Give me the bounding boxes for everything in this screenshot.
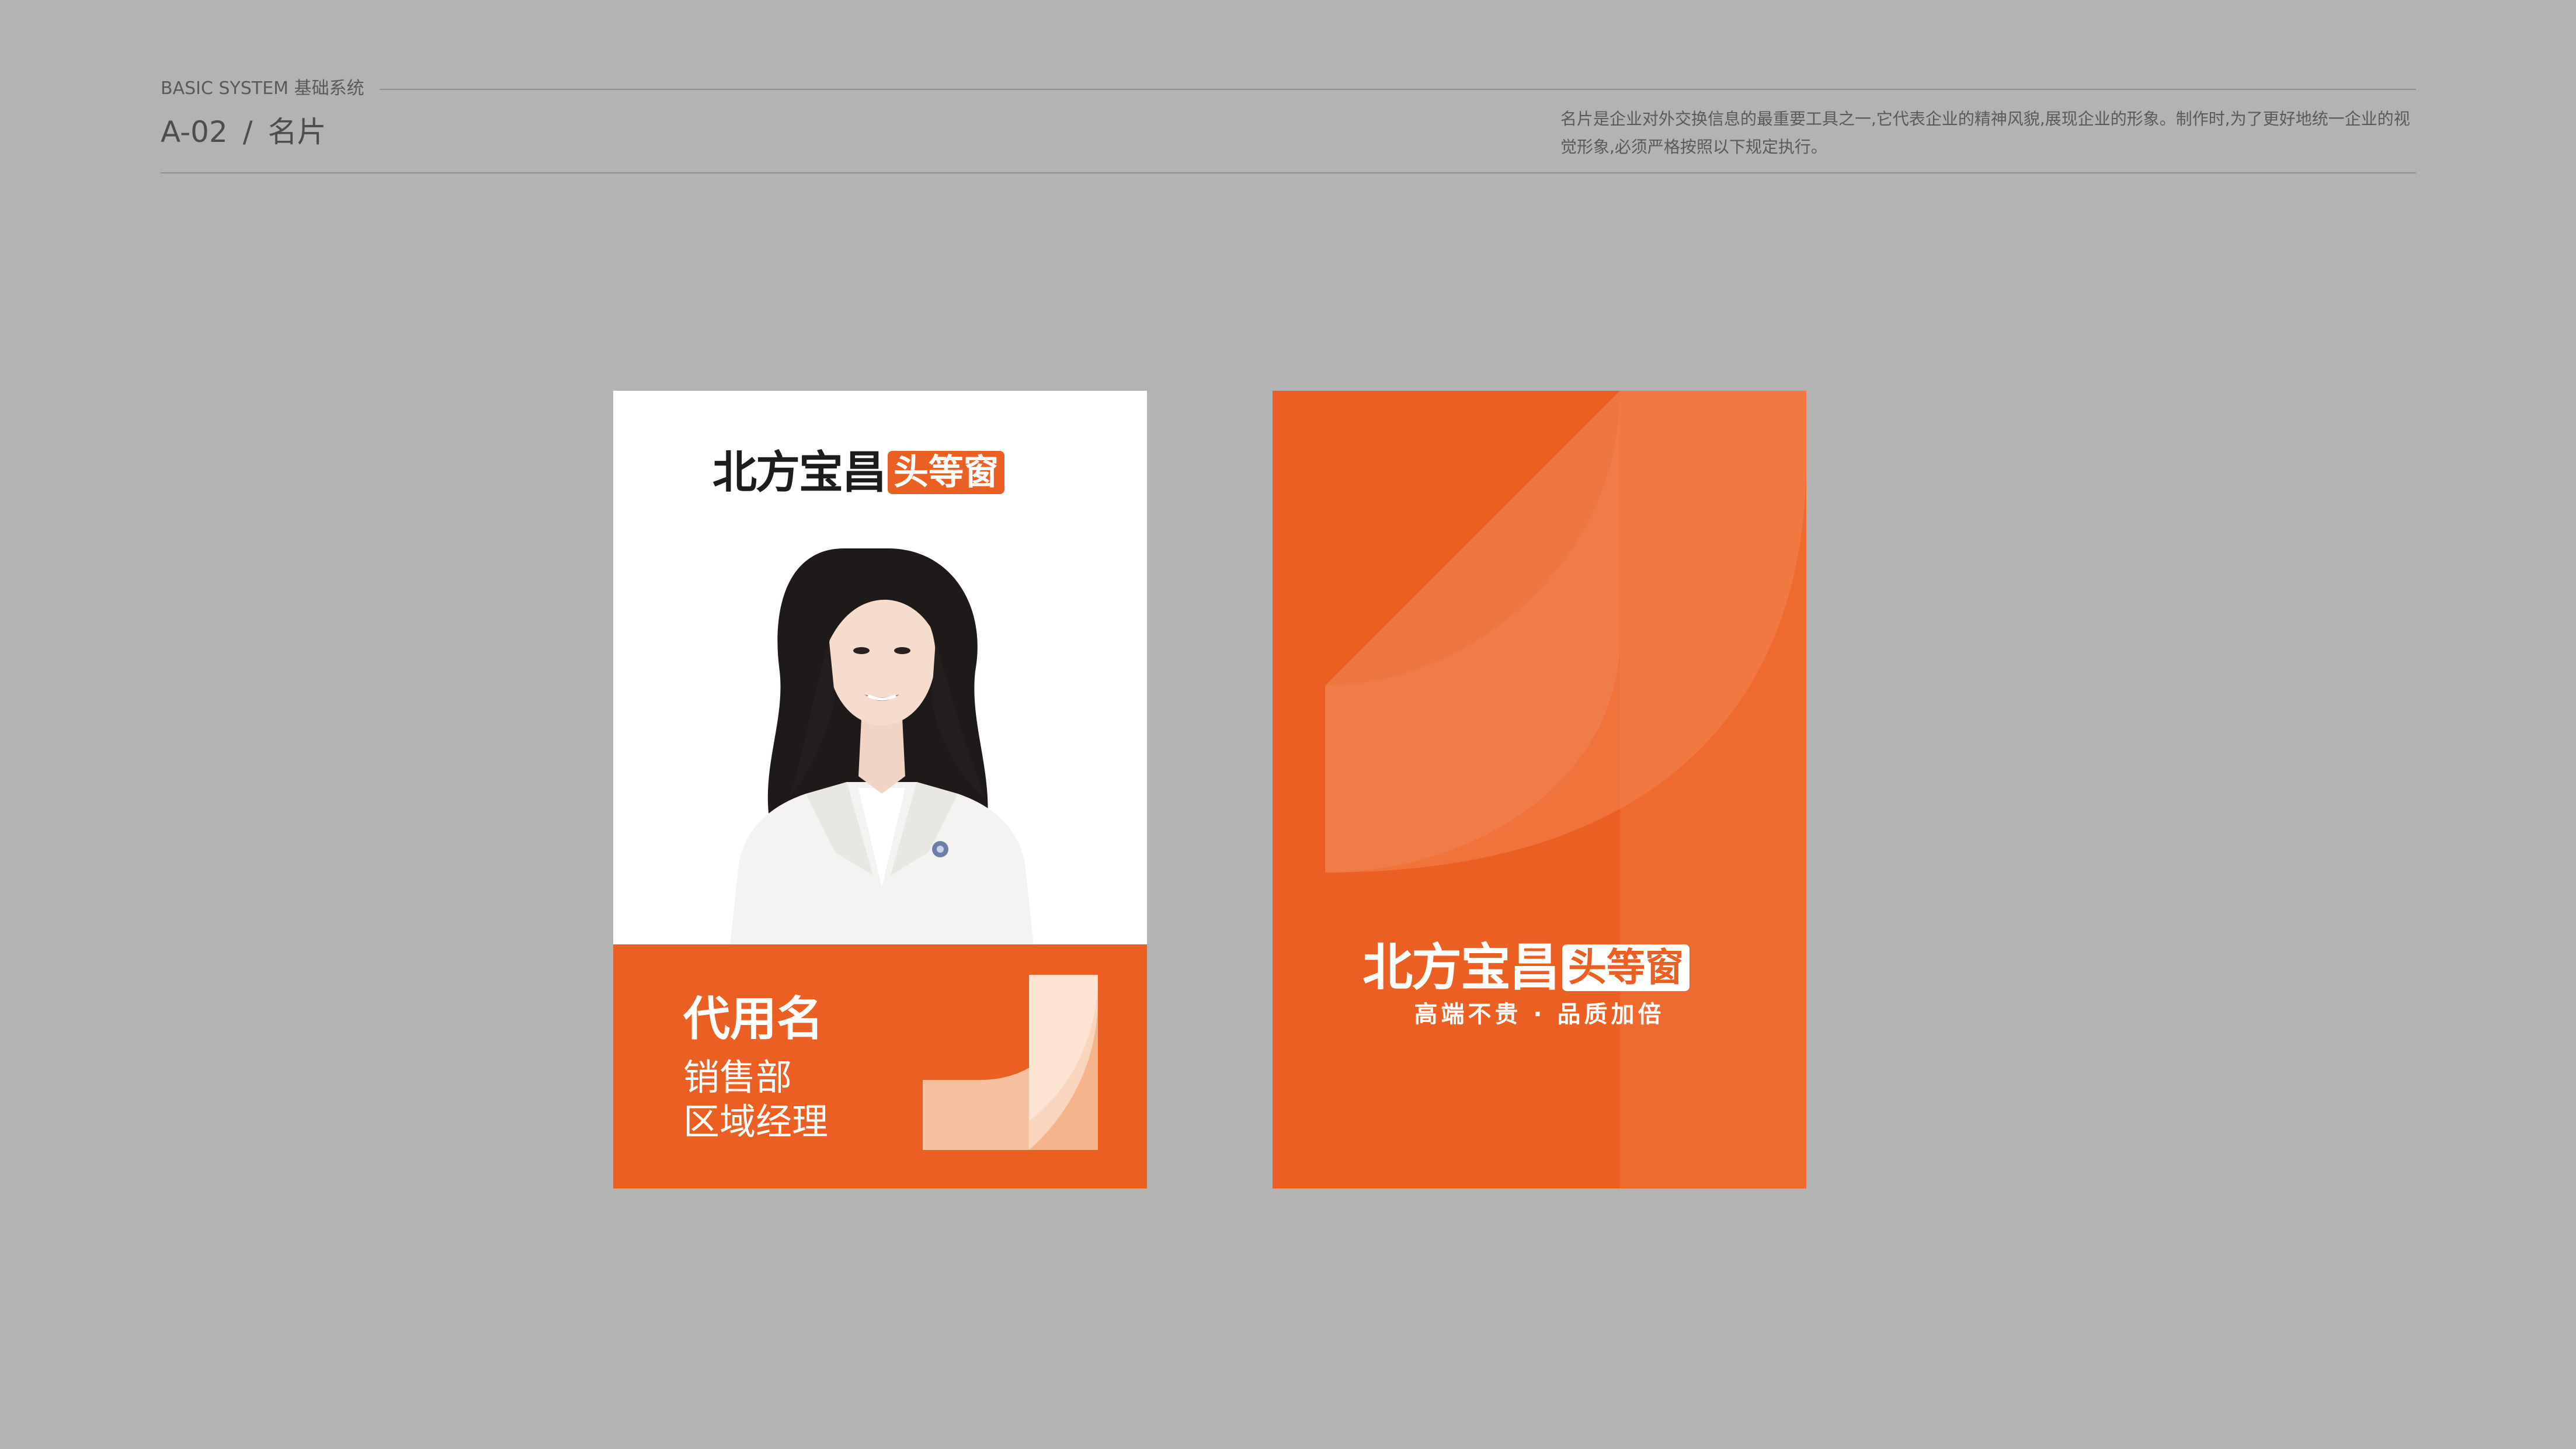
section-title: 名片 [267, 115, 326, 149]
brand-slogan: 高端不贵 · 品质加倍 [1414, 1001, 1665, 1028]
header-divider-top [380, 89, 2416, 90]
brand-mark-graphic-large [1325, 391, 1806, 1189]
brand-tag-back: 头等窗 [1562, 944, 1689, 991]
brand-logo: 北方宝昌 头等窗 [712, 448, 1004, 497]
section-code: A-02 [161, 115, 228, 149]
business-card-back: 北方宝昌 头等窗 高端不贵 · 品质加倍 [1273, 391, 1806, 1189]
section-description: 名片是企业对外交换信息的最重要工具之一,它代表企业的精神风貌,展现企业的形象。制… [1560, 109, 2410, 157]
system-label: BASIC SYSTEM 基础系统 [161, 78, 364, 99]
brand-logo-back: 北方宝昌 头等窗 [1362, 940, 1689, 996]
section-heading: A-02 / 名片 [161, 114, 326, 150]
person-name: 代用名 [683, 992, 823, 1046]
portrait-photo [730, 548, 1034, 946]
brand-name-back: 北方宝昌 [1362, 939, 1560, 997]
header-divider-bottom [161, 172, 2416, 173]
brand-tag: 头等窗 [888, 451, 1004, 494]
department: 销售部 [683, 1056, 792, 1099]
brand-mark-graphic [923, 975, 1098, 1150]
section-separator: / [242, 115, 253, 149]
job-title: 区域经理 [683, 1100, 829, 1143]
brand-name: 北方宝昌 [712, 446, 887, 498]
business-card-front: 北方宝昌 头等窗 代用名 销售部 区域经理 [613, 391, 1147, 1189]
